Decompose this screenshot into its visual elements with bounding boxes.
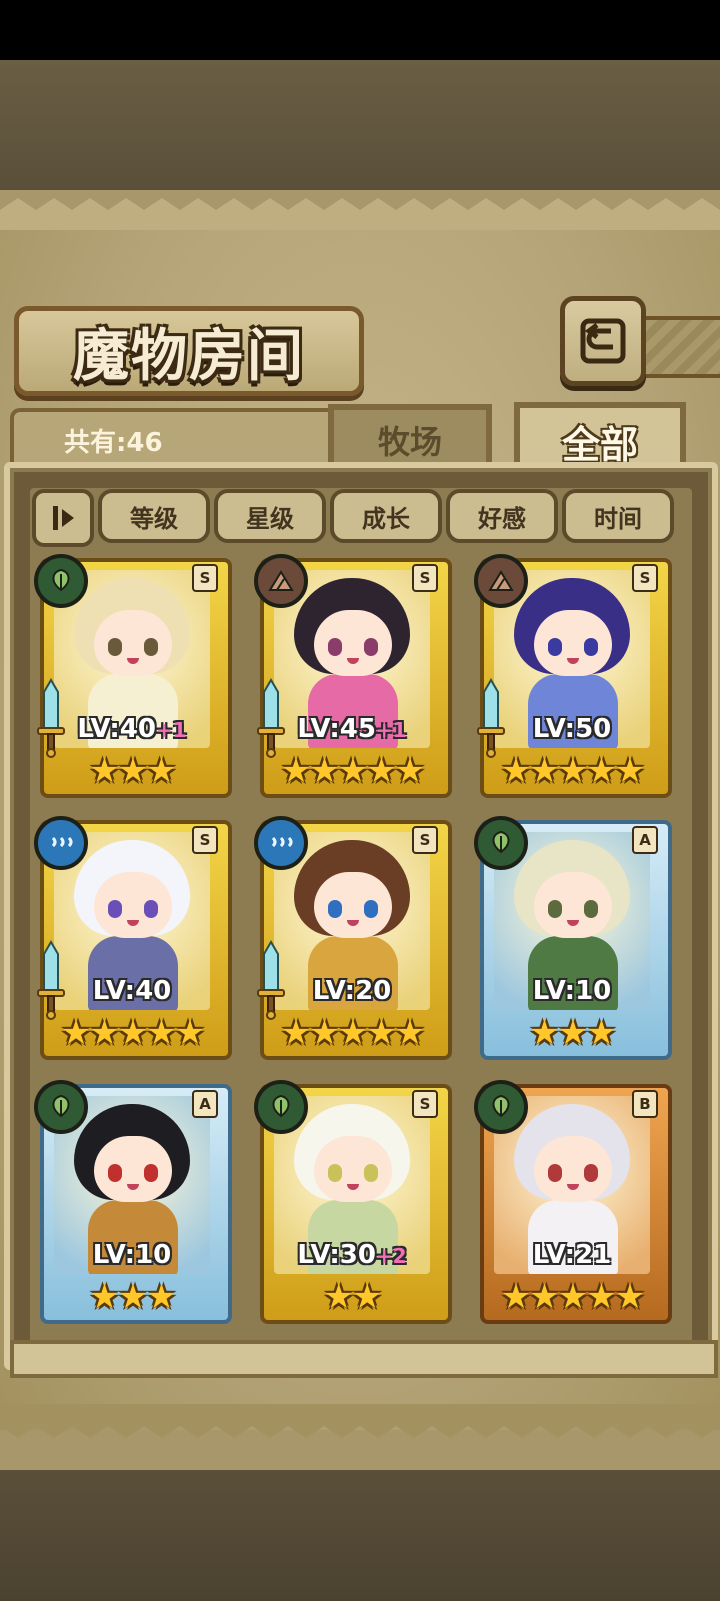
level-label: LV:50 xyxy=(474,714,670,744)
back-button-group xyxy=(560,296,720,388)
sort-by-level-button[interactable]: 等级 xyxy=(98,489,210,543)
star-rating: ★★★★★ xyxy=(280,1013,425,1053)
monster-card[interactable]: A LV:10 ★★★ xyxy=(474,816,672,1060)
sort-bar: 等级 星级 成长 好感 时间 xyxy=(32,486,692,547)
leaf-element-icon xyxy=(474,1080,528,1134)
level-value: LV:20 xyxy=(312,976,392,1006)
monster-card[interactable]: S LV:20 ★★★★★ xyxy=(254,816,452,1060)
leaf-element-icon xyxy=(474,816,528,870)
level-bonus: +1 xyxy=(375,718,407,742)
star-rating: ★★★★★ xyxy=(500,751,645,791)
rank-badge: S xyxy=(412,1090,438,1118)
monster-card[interactable]: S LV:30+2 ★★ xyxy=(254,1080,452,1324)
water-element-icon xyxy=(34,816,88,870)
monster-card[interactable]: S LV:45+1 ★★★★★ xyxy=(254,554,452,798)
zigzag-border-top xyxy=(0,198,720,232)
rank-badge: S xyxy=(412,564,438,592)
monster-card[interactable]: S LV:40+1 ★★★ xyxy=(34,554,232,798)
level-label: LV:40+1 xyxy=(34,714,230,744)
rank-badge: A xyxy=(632,826,658,854)
level-bonus: +2 xyxy=(375,1244,407,1268)
mountain-element-icon xyxy=(474,554,528,608)
map-background-bottom xyxy=(0,1470,720,1601)
panel-bottom-strip xyxy=(10,1340,718,1378)
level-label: LV:21 xyxy=(474,1240,670,1270)
title-plate: 魔物房间 xyxy=(14,306,364,396)
sort-by-star-button[interactable]: 星级 xyxy=(214,489,326,543)
sort-order-icon xyxy=(53,506,74,530)
rank-badge: S xyxy=(192,564,218,592)
rank-badge: S xyxy=(192,826,218,854)
level-label: LV:10 xyxy=(34,1240,230,1270)
leaf-element-icon xyxy=(34,1080,88,1134)
level-value: LV:10 xyxy=(92,1240,172,1270)
back-button[interactable] xyxy=(560,296,646,386)
sort-by-growth-button[interactable]: 成长 xyxy=(330,489,442,543)
level-value: LV:40 xyxy=(77,714,156,744)
level-label: LV:45+1 xyxy=(254,714,450,744)
sort-order-toggle[interactable] xyxy=(32,489,94,547)
rank-badge: S xyxy=(412,826,438,854)
star-rating: ★★ xyxy=(323,1277,383,1317)
monster-card[interactable]: B LV:21 ★★★★★ xyxy=(474,1080,672,1324)
status-bar xyxy=(0,0,720,60)
sort-by-affection-button[interactable]: 好感 xyxy=(446,489,558,543)
monster-card[interactable]: S LV:50 ★★★★★ xyxy=(474,554,672,798)
level-value: LV:40 xyxy=(92,976,172,1006)
level-label: LV:30+2 xyxy=(254,1240,450,1270)
water-element-icon xyxy=(254,816,308,870)
star-rating: ★★★★★ xyxy=(60,1013,205,1053)
level-value: LV:50 xyxy=(532,714,612,744)
return-arrow-icon xyxy=(580,318,626,364)
star-rating: ★★★★★ xyxy=(280,751,425,791)
sort-by-time-button[interactable]: 时间 xyxy=(562,489,674,543)
monster-card[interactable]: A LV:10 ★★★ xyxy=(34,1080,232,1324)
level-value: LV:21 xyxy=(532,1240,612,1270)
rank-badge: S xyxy=(632,564,658,592)
rank-badge: B xyxy=(632,1090,658,1118)
level-value: LV:45 xyxy=(297,714,376,744)
level-value: LV:10 xyxy=(532,976,612,1006)
star-rating: ★★★ xyxy=(529,1013,616,1053)
level-label: LV:10 xyxy=(474,976,670,1006)
zigzag-border-bottom xyxy=(0,1404,720,1438)
level-bonus: +1 xyxy=(155,718,187,742)
level-label: LV:20 xyxy=(254,976,450,1006)
page-title: 魔物房间 xyxy=(73,322,305,389)
leaf-element-icon xyxy=(254,1080,308,1134)
map-background-top xyxy=(0,60,720,190)
leaf-element-icon xyxy=(34,554,88,608)
monster-card[interactable]: S LV:40 ★★★★★ xyxy=(34,816,232,1060)
monster-count: 共有:46 xyxy=(64,428,163,458)
mountain-element-icon xyxy=(254,554,308,608)
monster-count-tab: 共有:46 xyxy=(10,408,348,466)
star-rating: ★★★ xyxy=(89,1277,176,1317)
level-value: LV:30 xyxy=(297,1240,376,1270)
rank-badge: A xyxy=(192,1090,218,1118)
star-rating: ★★★★★ xyxy=(500,1277,645,1317)
star-rating: ★★★ xyxy=(89,751,176,791)
tab-farm[interactable]: 牧场 xyxy=(328,404,492,470)
level-label: LV:40 xyxy=(34,976,230,1006)
